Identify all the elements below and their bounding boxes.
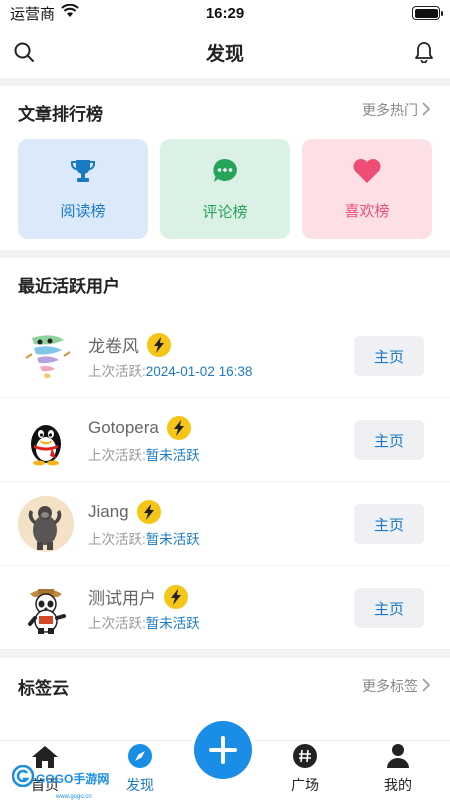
last-active-text: 上次活跃:暂未活跃 [88, 444, 200, 464]
last-active-value: 暂未活跃 [145, 448, 200, 463]
lightning-badge-icon [147, 332, 171, 357]
gorilla-avatar[interactable] [18, 496, 74, 552]
article-rank-title: 文章排行榜 [18, 105, 103, 124]
comment-rank-tile[interactable]: 评论榜 [160, 139, 290, 239]
battery-icon [412, 6, 443, 20]
last-active-value: 暂未活跃 [145, 616, 200, 631]
wifi-icon [61, 3, 79, 22]
comment-rank-label: 评论榜 [202, 203, 248, 221]
more-hot-label: 更多热门 [362, 102, 418, 118]
active-users-title: 最近活跃用户 [18, 277, 120, 296]
user-home-button[interactable]: 主页 [354, 336, 424, 376]
chevron-right-icon [422, 101, 431, 119]
carrier-label: 运营商 [10, 5, 56, 23]
last-active-value: 暂未活跃 [145, 532, 200, 547]
search-icon[interactable] [10, 38, 38, 66]
heart-icon [352, 158, 382, 188]
more-hot-link[interactable]: 更多热门 [362, 100, 431, 120]
last-active-value: 2024-01-02 16:38 [145, 364, 253, 379]
lightning-badge-icon [164, 584, 188, 609]
compass-icon [127, 743, 153, 772]
plus-icon[interactable] [194, 721, 252, 779]
user-icon [386, 743, 410, 772]
watermark-logo: GOGO手游网 www.gogo.cn [11, 764, 110, 800]
tab-mine-label: 我的 [384, 777, 412, 793]
tab-mine[interactable]: 我的 [353, 741, 443, 800]
tab-bar: 首页 发现 广场 我的 GOGO手游网 www.gogo.cn [0, 721, 450, 800]
lightning-badge-icon [166, 416, 191, 440]
last-active-label: 上次活跃: [88, 448, 146, 463]
last-active-label: 上次活跃: [88, 364, 146, 379]
tornado-avatar[interactable] [18, 328, 74, 384]
last-active-text: 上次活跃:2024-01-02 16:38 [88, 360, 252, 380]
more-tags-label: 更多标签 [362, 678, 418, 694]
status-bar: 运营商 16:29 [0, 0, 450, 26]
more-tags-link[interactable]: 更多标签 [362, 676, 431, 696]
user-row[interactable]: Gotopera 上次活跃:暂未活跃 主页 [0, 398, 450, 482]
nav-bar: 发现 [0, 26, 450, 78]
lightning-badge-icon [136, 500, 161, 524]
tab-square-label: 广场 [291, 777, 319, 793]
hashtag-icon [292, 743, 318, 772]
penguin-avatar[interactable] [18, 412, 74, 468]
tag-cloud-title: 标签云 [18, 679, 69, 698]
watermark-text: GOGO手游网 [36, 772, 110, 786]
user-row[interactable]: Jiang 上次活跃:暂未活跃 主页 [0, 482, 450, 566]
user-name: Jiang [88, 502, 129, 521]
user-name: Gotopera [88, 418, 159, 437]
user-name-line: 龙卷风 [88, 332, 171, 357]
like-rank-tile[interactable]: 喜欢榜 [302, 139, 432, 239]
last-active-text: 上次活跃:暂未活跃 [88, 528, 200, 548]
user-name-line: 测试用户 [88, 584, 188, 609]
chat-bubble-icon [211, 157, 239, 189]
user-home-button[interactable]: 主页 [354, 588, 424, 628]
user-name-line: Gotopera [88, 416, 191, 440]
status-left: 运营商 [10, 3, 79, 24]
last-active-text: 上次活跃:暂未活跃 [88, 612, 200, 632]
bell-icon[interactable] [410, 38, 438, 66]
user-row[interactable]: 龙卷风 上次活跃:2024-01-02 16:38 主页 [0, 314, 450, 398]
read-rank-label: 阅读榜 [60, 202, 106, 220]
user-home-button[interactable]: 主页 [354, 504, 424, 544]
user-name: 龙卷风 [88, 337, 139, 356]
user-home-button[interactable]: 主页 [354, 420, 424, 460]
last-active-label: 上次活跃: [88, 616, 146, 631]
user-name: 测试用户 [88, 589, 156, 608]
like-rank-label: 喜欢榜 [344, 202, 390, 220]
page-title: 发现 [205, 43, 244, 65]
trophy-icon [69, 158, 97, 188]
tab-square[interactable]: 广场 [260, 741, 350, 800]
read-rank-tile[interactable]: 阅读榜 [18, 139, 148, 239]
last-active-label: 上次活跃: [88, 532, 146, 547]
watermark-badge-icon [11, 764, 35, 792]
tab-discover-label: 发现 [126, 777, 154, 793]
chevron-right-icon [422, 677, 431, 695]
user-row[interactable]: 测试用户 上次活跃:暂未活跃 主页 [0, 566, 450, 650]
user-name-line: Jiang [88, 500, 161, 524]
panda-avatar[interactable] [18, 580, 74, 636]
watermark-sub: www.gogo.cn [56, 794, 92, 800]
